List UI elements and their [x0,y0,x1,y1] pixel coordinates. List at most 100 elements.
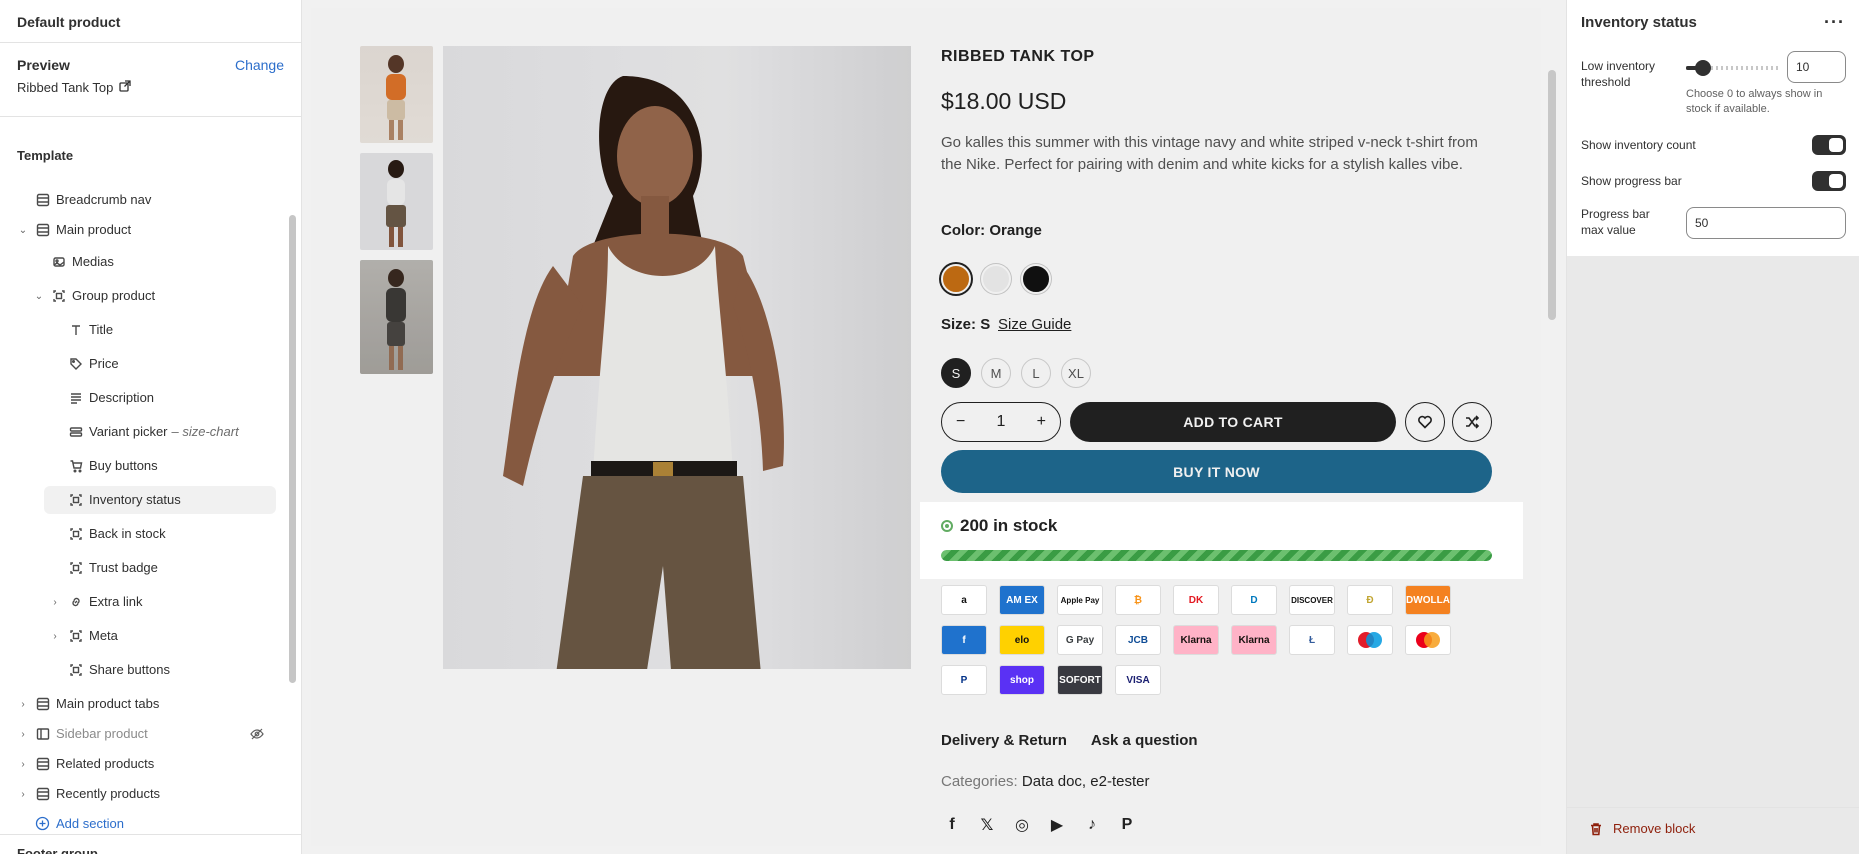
compare-button[interactable] [1452,402,1492,442]
bar-max-label: Progress bar max value [1581,207,1650,237]
color-label: Color: [941,222,986,239]
section-icon [35,192,51,208]
chevron-right-icon[interactable]: › [17,788,29,800]
show-count-label: Show inventory count [1581,138,1696,152]
low-threshold-slider[interactable] [1686,60,1780,76]
tree-item-extra-link[interactable]: › Extra link [0,588,288,616]
slider-handle[interactable] [1695,60,1712,76]
chevron-right-icon[interactable]: › [17,698,29,710]
product-main-image[interactable] [443,46,911,669]
color-swatch[interactable] [941,264,971,294]
thumbnail-3[interactable] [360,260,433,374]
klarna-2-icon: Klarna [1231,625,1277,655]
quantity-value[interactable]: 1 [997,413,1006,431]
size-option[interactable]: L [1021,358,1051,388]
tree-item-related-products[interactable]: › Related products [0,750,288,778]
social-share: f 𝕏 ◎ ▶ ♪ P [941,814,1138,836]
tiktok-icon[interactable]: ♪ [1081,814,1103,836]
thumbnail-2[interactable] [360,153,433,250]
preview-product-name: Ribbed Tank Top [17,80,114,95]
elo-icon: elo [999,625,1045,655]
bitcoin-icon: ₿ [1115,585,1161,615]
bar-max-input[interactable] [1686,207,1846,239]
stock-count-text: 200 in stock [960,516,1058,535]
size-option[interactable]: S [941,358,971,388]
facebook-icon[interactable]: f [941,814,963,836]
stock-status: 200 in stock [941,516,1057,536]
block-icon [68,526,84,542]
chevron-right-icon[interactable]: › [49,596,61,608]
tree-item-label: Title [89,322,114,337]
google-pay-icon: G Pay [1057,625,1103,655]
more-options-icon[interactable]: ··· [1824,12,1845,33]
pinterest-icon[interactable]: P [1116,814,1138,836]
tree-item-sidebar-product[interactable]: › Sidebar product [0,720,288,748]
size-option[interactable]: XL [1061,358,1091,388]
sidebar-icon [35,726,51,742]
categories-value[interactable]: Data doc, e2-tester [1022,773,1150,790]
chevron-down-icon[interactable]: ⌄ [17,224,29,236]
preview-canvas: RIBBED TANK TOP $18.00 USD Go kalles thi… [311,8,1541,846]
wishlist-button[interactable] [1405,402,1445,442]
tree-item-recently-products[interactable]: › Recently products [0,780,288,808]
sidebar-scrollbar[interactable] [289,215,296,683]
price-tag-icon [68,356,84,372]
tree-item-back-in-stock[interactable]: Back in stock [0,520,288,548]
add-to-cart-button[interactable]: ADD TO CART [1070,402,1396,442]
tree-item-main-product[interactable]: ⌄ Main product [0,216,288,244]
selected-block-highlight [40,464,280,510]
show-count-toggle[interactable] [1812,135,1846,155]
color-option-label: Color: Orange [941,222,1042,239]
tree-item-breadcrumb-nav[interactable]: Breadcrumb nav [0,186,288,214]
preview-product-link[interactable]: Ribbed Tank Top [17,80,132,95]
tree-item-group-product[interactable]: ⌄ Group product [0,282,288,310]
tree-item-meta[interactable]: › Meta [0,622,288,650]
tree-item-medias[interactable]: Medias [0,248,288,276]
low-threshold-input[interactable] [1787,51,1846,83]
tree-item-label: Medias [72,254,114,269]
chevron-down-icon[interactable]: ⌄ [33,290,45,302]
tree-item-description[interactable]: Description [0,384,288,412]
ask-question-link[interactable]: Ask a question [1091,732,1198,749]
tree-item-share-buttons[interactable]: Share buttons [0,656,288,684]
inventory-status-block[interactable]: 200 in stock [920,502,1523,579]
chevron-right-icon[interactable]: › [49,630,61,642]
size-option[interactable]: M [981,358,1011,388]
hidden-eye-icon[interactable] [250,727,264,744]
quantity-increase-button[interactable]: + [1037,413,1046,431]
tree-item-price[interactable]: Price [0,350,288,378]
youtube-icon[interactable]: ▶ [1046,814,1068,836]
x-icon[interactable]: 𝕏 [976,814,998,836]
color-swatch[interactable] [981,264,1011,294]
delivery-return-link[interactable]: Delivery & Return [941,732,1067,749]
instagram-icon[interactable]: ◎ [1011,814,1033,836]
low-threshold-help: Choose 0 to always show in stock if avai… [1686,88,1823,115]
diners-icon: D [1231,585,1277,615]
tree-item-label: Related products [56,756,155,771]
tree-item-label: Price [89,356,119,371]
discover-icon: DISCOVER [1289,585,1335,615]
remove-block-button[interactable]: Remove block [1589,821,1695,836]
tree-item-trust-badge[interactable]: Trust badge [0,554,288,582]
change-preview-link[interactable]: Change [235,57,284,73]
tree-item-variant-picker[interactable]: Variant picker – size-chart [0,418,288,446]
chevron-right-icon[interactable]: › [17,728,29,740]
klarna-1-icon: Klarna [1173,625,1219,655]
show-bar-toggle[interactable] [1812,171,1846,191]
color-swatch[interactable] [1021,264,1051,294]
size-guide-link[interactable]: Size Guide [998,316,1071,333]
buy-it-now-button[interactable]: BUY IT NOW [941,450,1492,493]
apple-pay-icon: Apple Pay [1057,585,1103,615]
external-link-icon[interactable] [119,80,132,95]
tree-item-title[interactable]: Title [0,316,288,344]
thumbnail-1[interactable] [360,46,433,143]
chevron-right-icon[interactable]: › [17,758,29,770]
preview-scrollbar[interactable] [1548,70,1556,320]
show-bar-label: Show progress bar [1581,174,1682,188]
quantity-decrease-button[interactable]: − [956,413,965,431]
dankort-icon: DK [1173,585,1219,615]
tree-item-main-product-tabs[interactable]: › Main product tabs [0,690,288,718]
